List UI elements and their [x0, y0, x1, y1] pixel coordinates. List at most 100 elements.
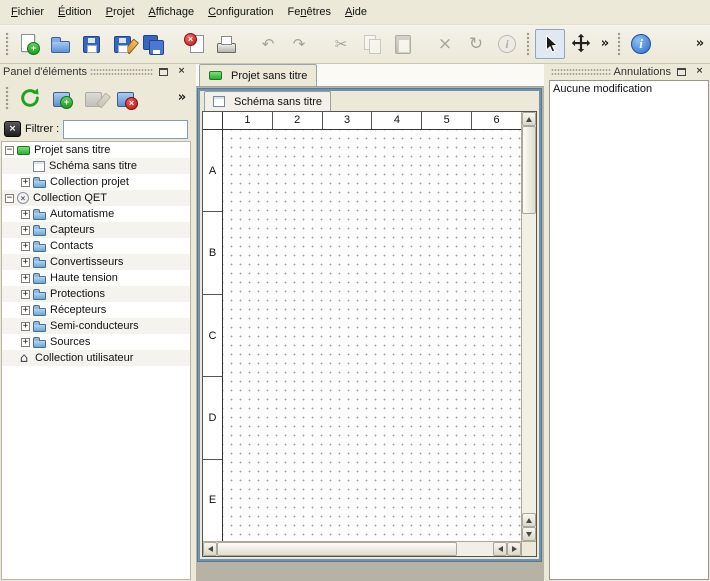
tree-expander-plus[interactable]: + — [21, 242, 30, 251]
tree-item[interactable]: +Contacts — [2, 238, 190, 254]
scroll-right-button[interactable] — [507, 542, 521, 556]
panel-toolbar-overflow-button[interactable]: » — [174, 83, 190, 113]
project-tab[interactable]: Projet sans titre — [199, 64, 317, 86]
project-tabbar: Projet sans titre — [196, 64, 544, 87]
close-panel-button[interactable]: × — [174, 65, 189, 78]
tree-item[interactable]: +Collection projet — [2, 174, 190, 190]
toolbar-drag-handle[interactable] — [5, 32, 10, 56]
float-panel-button[interactable] — [156, 65, 171, 78]
tree-expander-plus[interactable]: + — [21, 274, 30, 283]
toolbar-overflow-button[interactable]: » — [597, 29, 613, 59]
tree-expander-plus[interactable]: + — [21, 178, 30, 187]
toolbar-extension-button[interactable]: » — [692, 29, 708, 59]
clear-filter-button[interactable]: × — [4, 121, 21, 137]
edit-element-button — [79, 83, 109, 113]
tree-item[interactable]: +Capteurs — [2, 222, 190, 238]
menu-configuration[interactable]: Configuration — [201, 2, 280, 22]
refresh-icon — [19, 87, 41, 109]
folder-icon — [33, 292, 46, 300]
select-tool-button[interactable] — [535, 29, 565, 59]
redo-button: ↷ — [284, 29, 314, 59]
tree-item[interactable]: +Protections — [2, 286, 190, 302]
filter-input[interactable] — [63, 120, 188, 139]
save-button[interactable] — [76, 29, 106, 59]
vertical-scrollbar[interactable] — [521, 112, 536, 541]
new-element-button[interactable] — [47, 83, 77, 113]
dock-grip[interactable] — [90, 67, 153, 76]
menu-affichage[interactable]: Affichage — [141, 2, 201, 22]
save-all-button[interactable] — [138, 29, 168, 59]
undo-button: ↶ — [253, 29, 283, 59]
horizontal-scrollbar-thumb[interactable] — [217, 542, 457, 556]
toolbar-drag-handle[interactable] — [617, 32, 622, 56]
schema-tab[interactable]: Schéma sans titre — [204, 91, 331, 111]
new-document-button[interactable] — [14, 29, 44, 59]
schema-canvas[interactable] — [223, 130, 521, 541]
tree-expander-plus[interactable]: + — [21, 338, 30, 347]
reload-collections-button[interactable] — [15, 83, 45, 113]
filter-label: Filtrer : — [25, 123, 59, 135]
print-button[interactable] — [211, 29, 241, 59]
tree-item[interactable]: +Semi-conducteurs — [2, 318, 190, 334]
float-panel-button[interactable] — [674, 65, 689, 78]
tree-expander-plus[interactable]: + — [21, 210, 30, 219]
tree-expander-plus[interactable]: + — [21, 226, 30, 235]
select-cursor-icon — [539, 33, 561, 55]
tree-indent — [21, 162, 30, 171]
close-document-button[interactable] — [180, 29, 210, 59]
about-button[interactable] — [626, 29, 656, 59]
tree-expander-plus[interactable]: + — [21, 290, 30, 299]
save-icon — [80, 33, 102, 55]
move-tool-button[interactable] — [566, 29, 596, 59]
tree-expander-minus[interactable]: − — [5, 146, 14, 155]
pencil-overlay-icon — [124, 39, 139, 55]
menu-edition[interactable]: Édition — [51, 2, 99, 22]
tree-item[interactable]: +Sources — [2, 334, 190, 350]
vertical-scrollbar-track[interactable] — [522, 214, 536, 513]
toolbar-drag-handle[interactable] — [526, 32, 531, 56]
scroll-down-button[interactable] — [522, 527, 536, 541]
filter-row: × Filtrer : — [0, 117, 192, 141]
scroll-left-button-2[interactable] — [493, 542, 507, 556]
menu-projet[interactable]: Projet — [99, 2, 142, 22]
scroll-up-button-2[interactable] — [522, 513, 536, 527]
row-ruler-label: D — [203, 377, 222, 459]
close-panel-button[interactable]: × — [692, 65, 707, 78]
toolbar-drag-handle[interactable] — [5, 86, 10, 110]
column-ruler-label: 6 — [472, 112, 521, 129]
tree-item[interactable]: −Projet sans titre — [2, 142, 190, 158]
column-ruler-label: 1 — [223, 112, 273, 129]
vertical-scrollbar-thumb[interactable] — [522, 126, 536, 214]
schema-tabbar: Schéma sans titre — [200, 91, 539, 111]
scrollbar-corner — [521, 541, 536, 556]
delete-button: × — [430, 29, 460, 59]
tree-expander-plus[interactable]: + — [21, 306, 30, 315]
folder-icon — [33, 276, 46, 284]
scroll-left-button[interactable] — [203, 542, 217, 556]
horizontal-scrollbar[interactable] — [203, 541, 521, 556]
save-as-button[interactable] — [107, 29, 137, 59]
tree-item[interactable]: Schéma sans titre — [2, 158, 190, 174]
tree-item[interactable]: ⌂Collection utilisateur — [2, 350, 190, 366]
menu-aide[interactable]: Aide — [338, 2, 374, 22]
tree-expander-plus[interactable]: + — [21, 322, 30, 331]
folder-icon — [33, 260, 46, 268]
up-arrow-icon — [526, 515, 532, 523]
menu-fenetres[interactable]: Fenêtres — [281, 2, 338, 22]
scroll-up-button[interactable] — [522, 112, 536, 126]
tree-expander-minus[interactable]: − — [5, 194, 14, 203]
open-document-button[interactable] — [45, 29, 75, 59]
tree-item[interactable]: +Récepteurs — [2, 302, 190, 318]
tree-item-label: Collection QET — [33, 192, 107, 204]
tree-item[interactable]: +Convertisseurs — [2, 254, 190, 270]
menu-fichier[interactable]: Fichier — [4, 2, 51, 22]
tree-item[interactable]: −×Collection QET — [2, 190, 190, 206]
horizontal-scrollbar-track[interactable] — [457, 542, 493, 556]
tree-expander-plus[interactable]: + — [21, 258, 30, 267]
tree-item-label: Automatisme — [50, 208, 114, 220]
tree-item[interactable]: +Haute tension — [2, 270, 190, 286]
delete-element-button[interactable] — [111, 83, 141, 113]
menu-bar: FichierÉditionProjetAffichageConfigurati… — [0, 0, 710, 25]
tree-item[interactable]: + Automatisme — [2, 206, 190, 222]
dock-grip[interactable] — [551, 67, 611, 76]
